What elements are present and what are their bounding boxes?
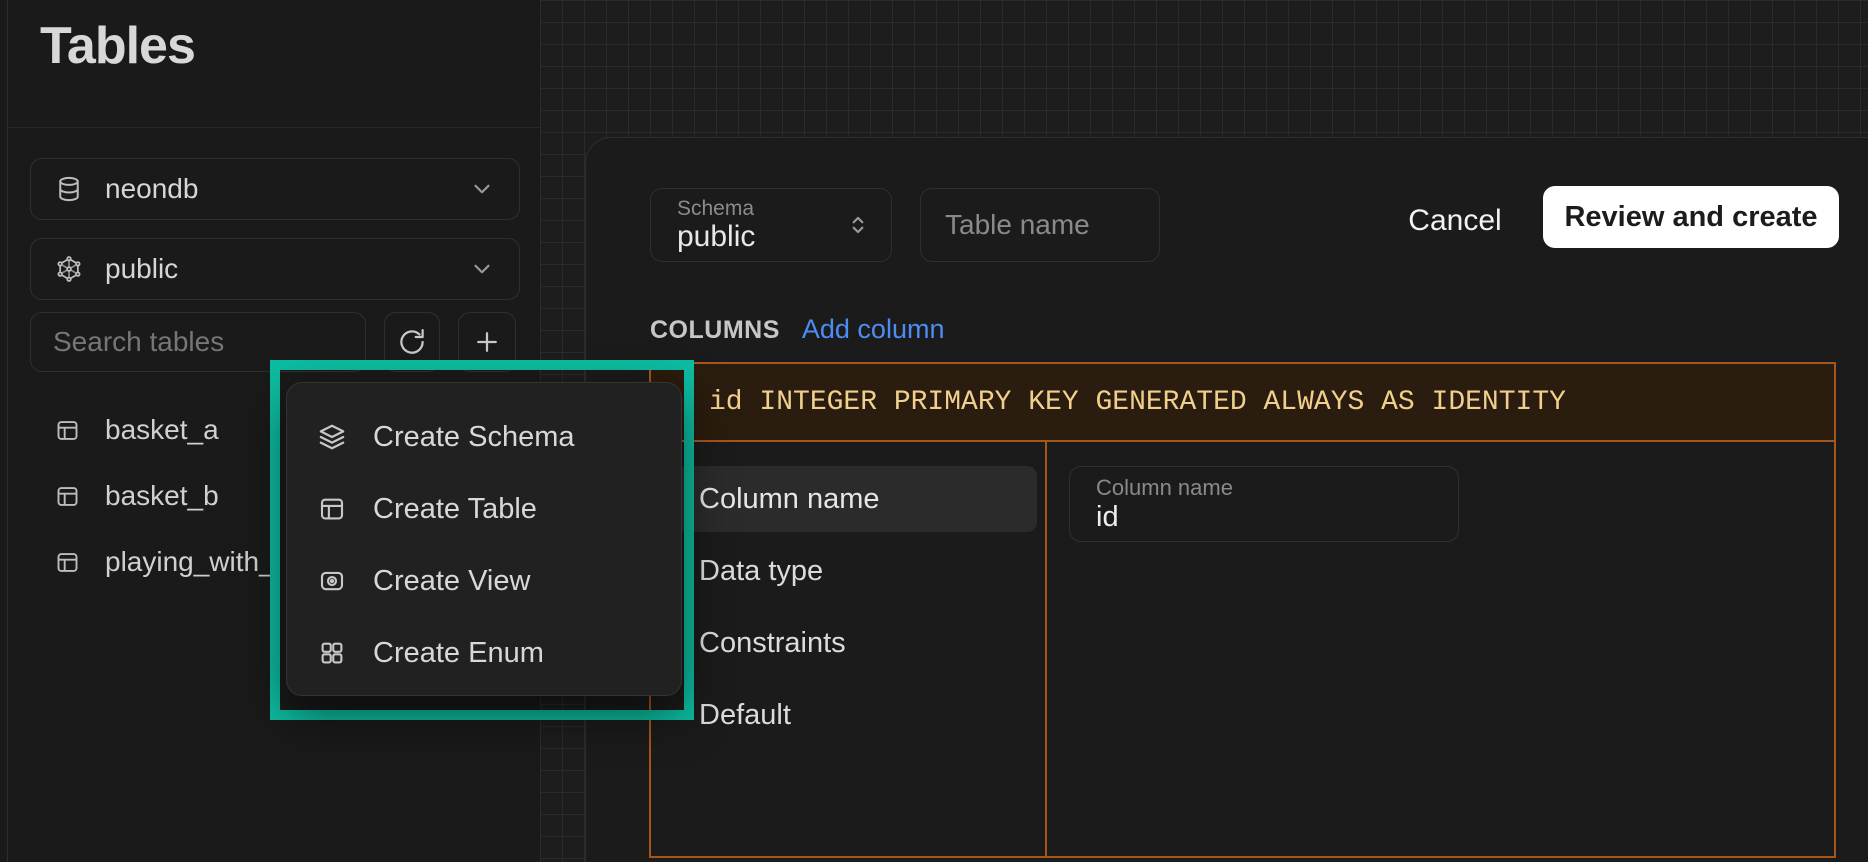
schema-select-label: Schema xyxy=(677,197,755,220)
database-select[interactable]: neondb xyxy=(30,158,520,220)
column-name-field-label: Column name xyxy=(1096,475,1458,501)
column-editor-tabs: Column name Data type Constraints Defaul… xyxy=(651,442,1047,856)
refresh-tables-button[interactable] xyxy=(384,312,440,372)
chevron-down-icon xyxy=(469,176,495,202)
cancel-button[interactable]: Cancel xyxy=(1392,196,1518,246)
sidebar-edge-line xyxy=(7,0,8,862)
columns-header: COLUMNS Add column xyxy=(650,314,944,345)
menu-item-label: Create Schema xyxy=(373,421,575,454)
column-editor: id INTEGER PRIMARY KEY GENERATED ALWAYS … xyxy=(649,362,1836,858)
table-icon xyxy=(54,483,81,510)
chevron-up-down-icon xyxy=(845,212,871,238)
schema-picker-value: public xyxy=(105,253,178,285)
layers-icon xyxy=(317,422,347,452)
schema-select[interactable]: Schema public xyxy=(650,188,892,262)
column-name-field[interactable]: Column name id xyxy=(1069,466,1459,542)
schema-icon xyxy=(55,255,83,283)
column-name-field-value: id xyxy=(1096,501,1458,534)
column-detail-pane: Column name id xyxy=(1047,442,1834,856)
table-name: playing_with_ xyxy=(105,546,275,578)
table-name-input[interactable] xyxy=(920,188,1160,262)
page-title: Tables xyxy=(40,16,195,76)
table-icon xyxy=(54,417,81,444)
sidebar-divider xyxy=(8,127,540,128)
create-dropdown-menu: Create Schema Create Table Create View xyxy=(286,382,682,696)
column-sql-preview-row[interactable]: id INTEGER PRIMARY KEY GENERATED ALWAYS … xyxy=(651,364,1834,442)
search-tables-input[interactable] xyxy=(30,312,366,372)
menu-item-label: Create Enum xyxy=(373,637,544,670)
tab-column-name[interactable]: Column name xyxy=(659,466,1037,532)
review-and-create-button[interactable]: Review and create xyxy=(1543,186,1839,248)
table-icon xyxy=(54,549,81,576)
column-sql-preview: id INTEGER PRIMARY KEY GENERATED ALWAYS … xyxy=(709,387,1566,418)
database-icon xyxy=(55,175,83,203)
columns-section-title: COLUMNS xyxy=(650,316,780,345)
menu-item-create-enum[interactable]: Create Enum xyxy=(287,617,681,689)
tables-page: Schema public Cancel Review and create C… xyxy=(0,0,1868,862)
tab-default[interactable]: Default xyxy=(659,682,1037,748)
add-column-link[interactable]: Add column xyxy=(802,314,945,345)
column-editor-body: Column name Data type Constraints Defaul… xyxy=(651,442,1834,856)
refresh-icon xyxy=(397,327,427,357)
menu-item-create-schema[interactable]: Create Schema xyxy=(287,401,681,473)
schema-picker[interactable]: public xyxy=(30,238,520,300)
menu-item-create-view[interactable]: Create View xyxy=(287,545,681,617)
table-icon xyxy=(317,494,347,524)
table-name: basket_b xyxy=(105,480,219,512)
create-object-button[interactable] xyxy=(458,312,516,372)
tab-constraints[interactable]: Constraints xyxy=(659,610,1037,676)
table-name: basket_a xyxy=(105,414,219,446)
grid-squares-icon xyxy=(317,638,347,668)
menu-item-label: Create Table xyxy=(373,493,537,526)
database-select-value: neondb xyxy=(105,173,198,205)
view-eye-icon xyxy=(317,566,347,596)
chevron-down-icon xyxy=(469,256,495,282)
plus-icon xyxy=(472,327,502,357)
schema-select-value: public xyxy=(677,220,755,253)
tab-data-type[interactable]: Data type xyxy=(659,538,1037,604)
menu-item-create-table[interactable]: Create Table xyxy=(287,473,681,545)
menu-item-label: Create View xyxy=(373,565,530,598)
